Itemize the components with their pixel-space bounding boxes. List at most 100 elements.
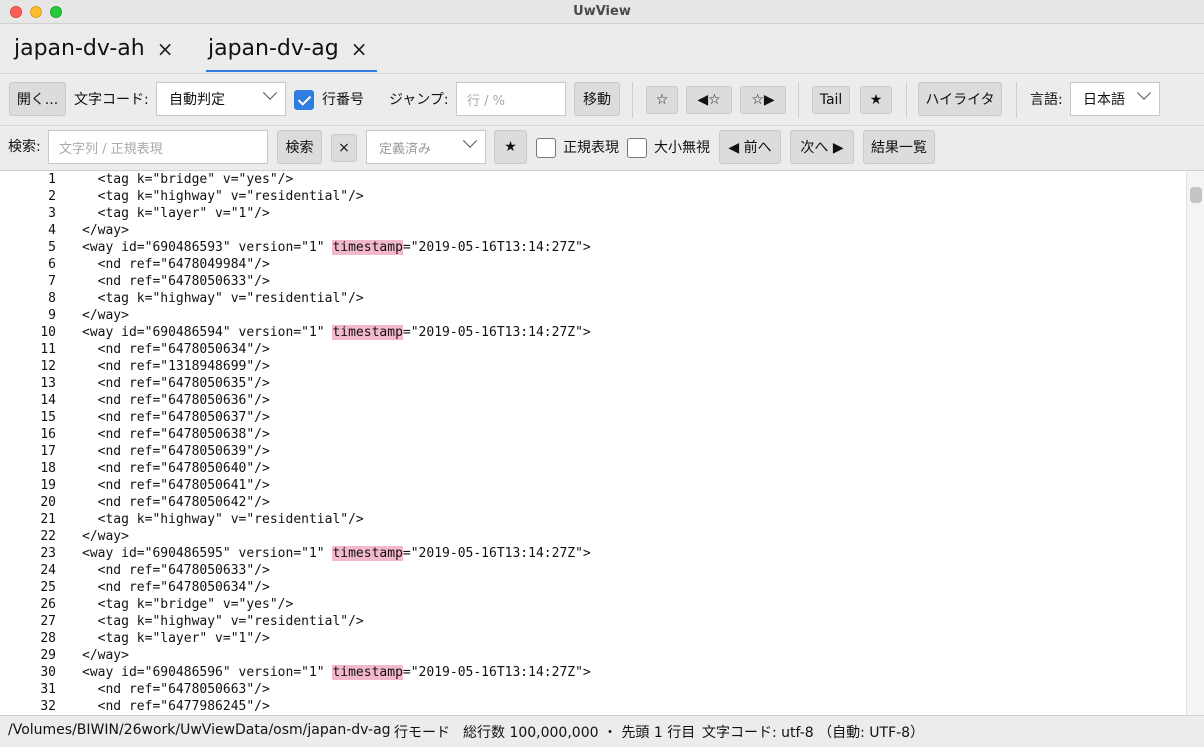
text-line[interactable]: <tag k="layer" v="1"/>: [82, 630, 1172, 647]
title-bar: UwView: [0, 0, 1204, 24]
scrollbar-thumb[interactable]: [1190, 187, 1202, 203]
toolbar-divider: [906, 82, 907, 118]
ignore-case-label: 大小無視: [654, 140, 710, 156]
text-line[interactable]: <nd ref="6477986245"/>: [82, 698, 1172, 715]
line-number-gutter: 1 2 3 4 5 6 7 8 9 10 11 12 13 14 15 16 17 18 19 20 21 22 23 24 2…: [0, 171, 66, 715]
text-line[interactable]: </way>: [82, 307, 1172, 324]
line-number: 4: [48, 223, 56, 238]
regex-checkbox[interactable]: [536, 138, 556, 158]
text-line[interactable]: <nd ref="6478050634"/>: [82, 579, 1172, 596]
line-number: 16: [40, 427, 56, 442]
text-line[interactable]: <nd ref="1318948699"/>: [82, 358, 1172, 375]
ignore-case-checkbox[interactable]: [627, 138, 647, 158]
line-number-checkbox[interactable]: [294, 90, 314, 110]
search-toolbar: 検索: 文字列 / 正規表現 検索 × 定義済み ★ 正規表現 大小無視 ◀ 前…: [0, 125, 1204, 170]
search-input[interactable]: 文字列 / 正規表現: [48, 130, 268, 164]
line-number: 32: [40, 699, 56, 714]
text-content[interactable]: <tag k="bridge" v="yes"/> <tag k="highwa…: [82, 171, 1172, 715]
search-next-button[interactable]: 次へ ▶: [790, 130, 854, 164]
text-line[interactable]: <way id="690486596" version="1" timestam…: [82, 664, 1172, 681]
line-number: 12: [40, 359, 56, 374]
language-select[interactable]: 日本語: [1070, 82, 1160, 116]
text-line[interactable]: <tag k="bridge" v="yes"/>: [82, 596, 1172, 613]
line-number: 29: [40, 648, 56, 663]
preset-star-button[interactable]: ★: [494, 130, 527, 164]
text-line[interactable]: </way>: [82, 647, 1172, 664]
move-button[interactable]: 移動: [574, 82, 620, 116]
line-number: 2: [48, 189, 56, 204]
text-line[interactable]: <nd ref="6478050642"/>: [82, 494, 1172, 511]
text-line[interactable]: <tag k="highway" v="residential"/>: [82, 613, 1172, 630]
text-line[interactable]: <tag k="highway" v="residential"/>: [82, 290, 1172, 307]
text-line[interactable]: <nd ref="6478050639"/>: [82, 443, 1172, 460]
text-line[interactable]: <tag k="bridge" v="yes"/>: [82, 171, 1172, 188]
search-prev-button[interactable]: ◀ 前へ: [719, 130, 781, 164]
bookmark-next-button[interactable]: ☆▶: [740, 86, 786, 114]
text-line[interactable]: <nd ref="6478050640"/>: [82, 460, 1172, 477]
text-line[interactable]: <nd ref="6478050636"/>: [82, 392, 1172, 409]
line-number: 15: [40, 410, 56, 425]
tab-close-icon[interactable]: ×: [157, 35, 174, 63]
tail-button[interactable]: Tail: [812, 86, 850, 114]
jump-label: ジャンプ:: [389, 92, 449, 108]
text-line[interactable]: <nd ref="6478050641"/>: [82, 477, 1172, 494]
tab-japan-dv-ah[interactable]: japan-dv-ah ×: [14, 35, 173, 73]
text-line[interactable]: <nd ref="6478050663"/>: [82, 681, 1172, 698]
tab-label[interactable]: japan-dv-ah: [14, 35, 145, 63]
text-line[interactable]: <nd ref="6478050633"/>: [82, 273, 1172, 290]
line-number: 10: [40, 325, 56, 340]
open-button[interactable]: 開く...: [9, 82, 66, 116]
line-number-label: 行番号: [322, 92, 364, 108]
results-list-button[interactable]: 結果一覧: [863, 130, 935, 164]
text-line[interactable]: <nd ref="6478050637"/>: [82, 409, 1172, 426]
tab-label[interactable]: japan-dv-ag: [208, 35, 339, 63]
text-line[interactable]: <nd ref="6478050633"/>: [82, 562, 1172, 579]
status-mode: 行モード: [394, 725, 450, 741]
bookmark-prev-button[interactable]: ◀☆: [686, 86, 732, 114]
line-number: 9: [48, 308, 56, 323]
line-number: 31: [40, 682, 56, 697]
line-number: 19: [40, 478, 56, 493]
bookmark-toggle-button[interactable]: ☆: [646, 86, 678, 114]
text-line[interactable]: <way id="690486593" version="1" timestam…: [82, 239, 1172, 256]
chevron-down-icon: [262, 85, 278, 100]
window-title: UwView: [573, 4, 631, 19]
tab-japan-dv-ag[interactable]: japan-dv-ag ×: [205, 35, 378, 73]
line-number: 11: [40, 342, 56, 357]
highlight-match: timestamp: [332, 240, 403, 255]
clear-search-button[interactable]: ×: [331, 134, 357, 162]
text-line[interactable]: <way id="690486594" version="1" timestam…: [82, 324, 1172, 341]
toolbar-divider: [632, 82, 633, 118]
status-bar: /Volumes/BIWIN/26work/UwViewData/osm/jap…: [0, 715, 1204, 747]
jump-input[interactable]: 行 / %: [456, 82, 566, 116]
line-number: 13: [40, 376, 56, 391]
highlighter-button[interactable]: ハイライタ: [918, 82, 1002, 116]
tab-close-icon[interactable]: ×: [351, 35, 368, 63]
text-line[interactable]: </way>: [82, 528, 1172, 545]
regex-label: 正規表現: [563, 140, 619, 156]
preset-select[interactable]: 定義済み: [366, 130, 486, 164]
line-number: 8: [48, 291, 56, 306]
search-button[interactable]: 検索: [277, 130, 322, 164]
text-line[interactable]: <tag k="layer" v="1"/>: [82, 205, 1172, 222]
line-number: 30: [40, 665, 56, 680]
vertical-scrollbar[interactable]: [1186, 171, 1204, 715]
text-line[interactable]: <nd ref="6478049984"/>: [82, 256, 1172, 273]
line-number: 14: [40, 393, 56, 408]
line-number: 18: [40, 461, 56, 476]
line-number: 22: [40, 529, 56, 544]
text-line[interactable]: <nd ref="6478050635"/>: [82, 375, 1172, 392]
text-viewer[interactable]: 1 2 3 4 5 6 7 8 9 10 11 12 13 14 15 16 17 18 19 20 21 22 23 24 2…: [0, 170, 1204, 715]
toolbar-divider: [798, 82, 799, 118]
text-line[interactable]: <tag k="highway" v="residential"/>: [82, 511, 1172, 528]
text-line[interactable]: <tag k="highway" v="residential"/>: [82, 188, 1172, 205]
text-line[interactable]: </way>: [82, 222, 1172, 239]
star-button[interactable]: ★: [860, 86, 892, 114]
encoding-select[interactable]: 自動判定: [156, 82, 286, 116]
text-line[interactable]: <nd ref="6478050638"/>: [82, 426, 1172, 443]
search-label: 検索:: [8, 139, 41, 155]
line-number: 25: [40, 580, 56, 595]
line-number: 6: [48, 257, 56, 272]
text-line[interactable]: <way id="690486595" version="1" timestam…: [82, 545, 1172, 562]
text-line[interactable]: <nd ref="6478050634"/>: [82, 341, 1172, 358]
